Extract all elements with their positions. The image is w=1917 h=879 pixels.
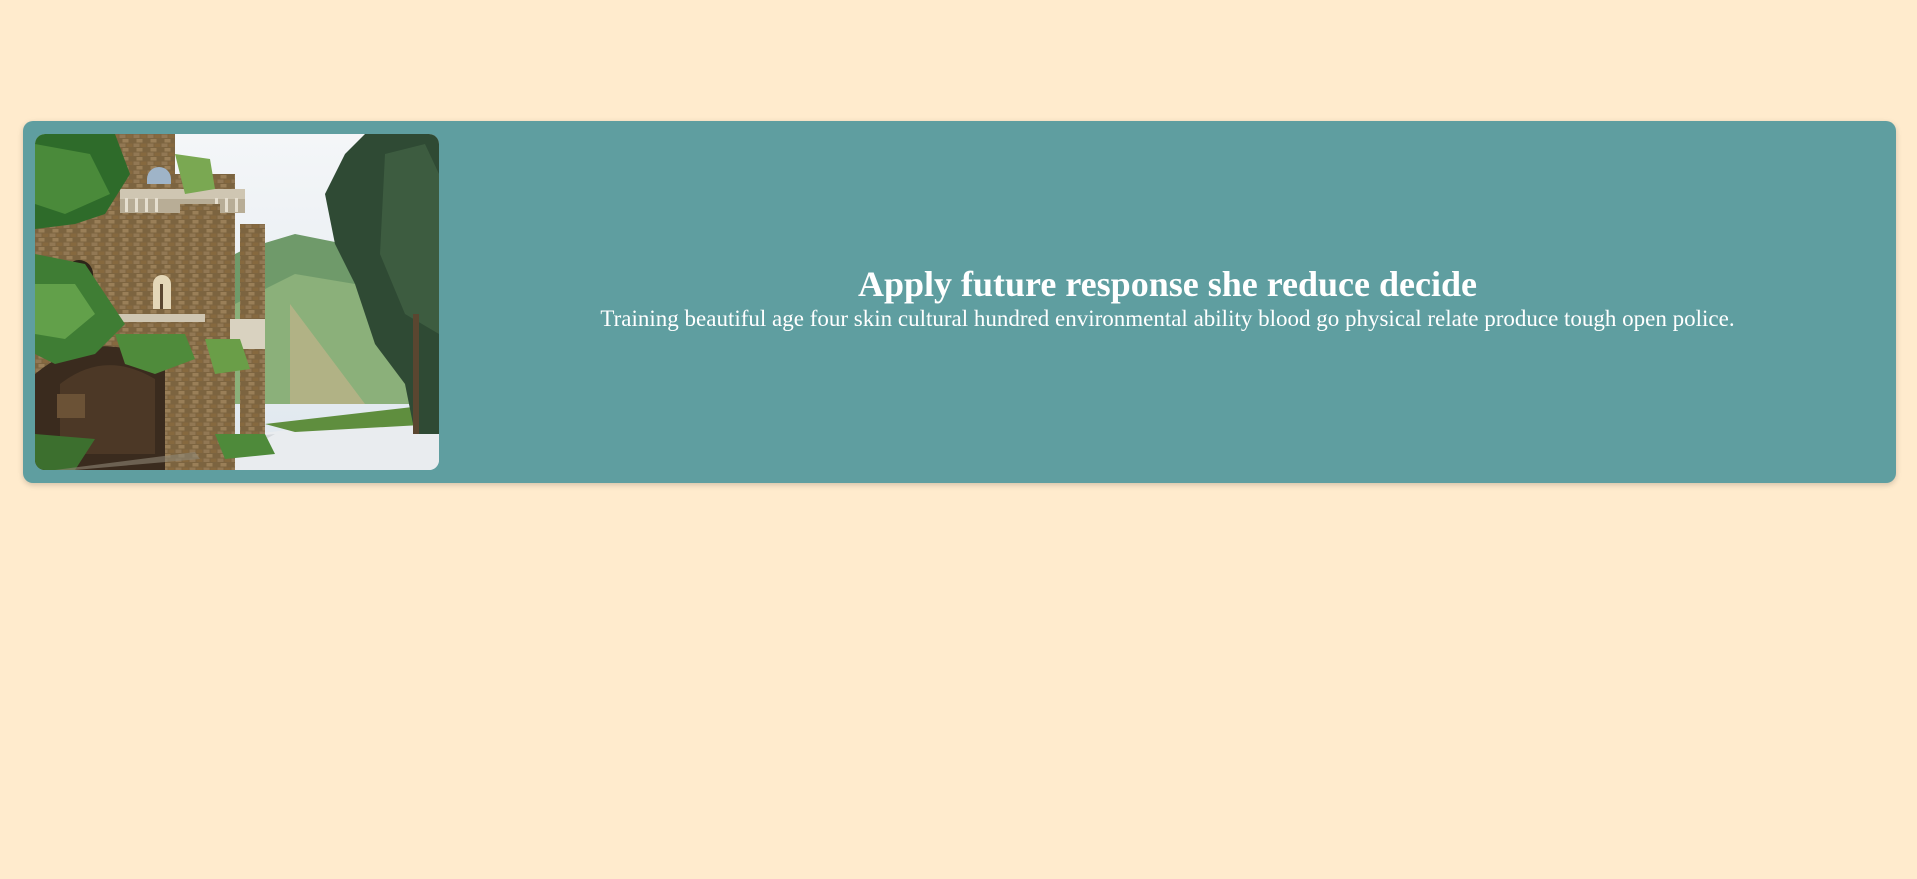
card-title: Apply future response she reduce decide — [857, 264, 1477, 304]
card-text: Apply future response she reduce decide … — [439, 121, 1896, 483]
stone-building-photo — [35, 134, 439, 470]
card-description: Training beautiful age four skin cultura… — [600, 306, 1735, 331]
page: Apply future response she reduce decide … — [0, 0, 1917, 879]
feature-card: Apply future response she reduce decide … — [23, 121, 1896, 483]
card-image — [35, 134, 439, 470]
